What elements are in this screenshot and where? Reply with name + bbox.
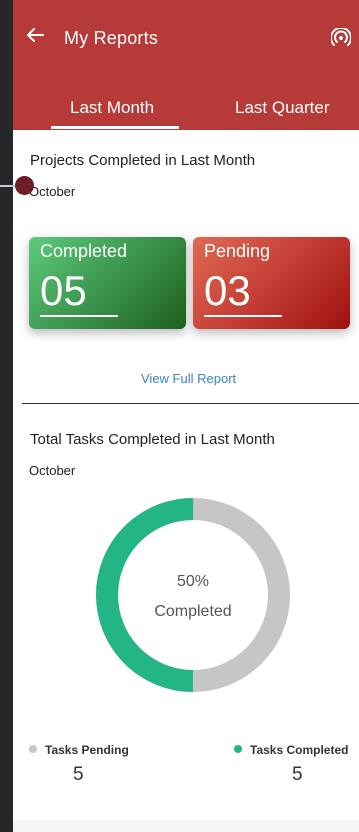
section-divider	[22, 403, 359, 404]
projects-title: Projects Completed in Last Month	[30, 152, 256, 169]
legend-dot-completed	[234, 745, 242, 753]
projects-month: October	[29, 184, 76, 199]
tasks-pending-value: 5	[73, 764, 84, 785]
app-header: My Reports Last Month Last Quarter	[13, 0, 359, 130]
pending-value: 03	[204, 267, 251, 314]
legend-completed-label: Tasks Completed	[250, 743, 349, 757]
broadcast-icon[interactable]	[331, 28, 351, 48]
legend-tasks-completed: Tasks Completed	[234, 743, 348, 757]
completed-card[interactable]: Completed 05	[29, 237, 186, 329]
overlay-pointer-line	[0, 185, 16, 187]
tab-last-quarter[interactable]: Last Quarter	[235, 98, 330, 118]
tasks-completed-value: 5	[292, 764, 303, 785]
tasks-title: Total Tasks Completed in Last Month	[30, 431, 275, 448]
tasks-month: October	[29, 463, 76, 478]
view-full-report-link[interactable]: View Full Report	[141, 371, 236, 386]
completed-underline	[40, 315, 118, 317]
legend-dot-pending	[29, 745, 37, 753]
completed-value: 05	[40, 267, 87, 314]
tab-last-month[interactable]: Last Month	[70, 98, 154, 118]
donut-center-text: 50% Completed	[95, 567, 291, 627]
pending-card[interactable]: Pending 03	[193, 237, 350, 329]
legend-tasks-pending: Tasks Pending	[29, 743, 129, 757]
report-content: Projects Completed in Last Month October…	[13, 130, 359, 820]
tab-indicator	[51, 126, 179, 129]
pending-label: Pending	[204, 241, 271, 261]
back-arrow-icon[interactable]	[25, 25, 45, 45]
donut-center-label: Completed	[154, 603, 232, 620]
completed-label: Completed	[40, 241, 128, 261]
donut-percent: 50%	[176, 573, 210, 590]
page-title: My Reports	[64, 28, 159, 48]
pending-underline	[204, 315, 282, 317]
overlay-pointer-dot	[15, 176, 34, 195]
legend-pending-label: Tasks Pending	[45, 743, 129, 757]
